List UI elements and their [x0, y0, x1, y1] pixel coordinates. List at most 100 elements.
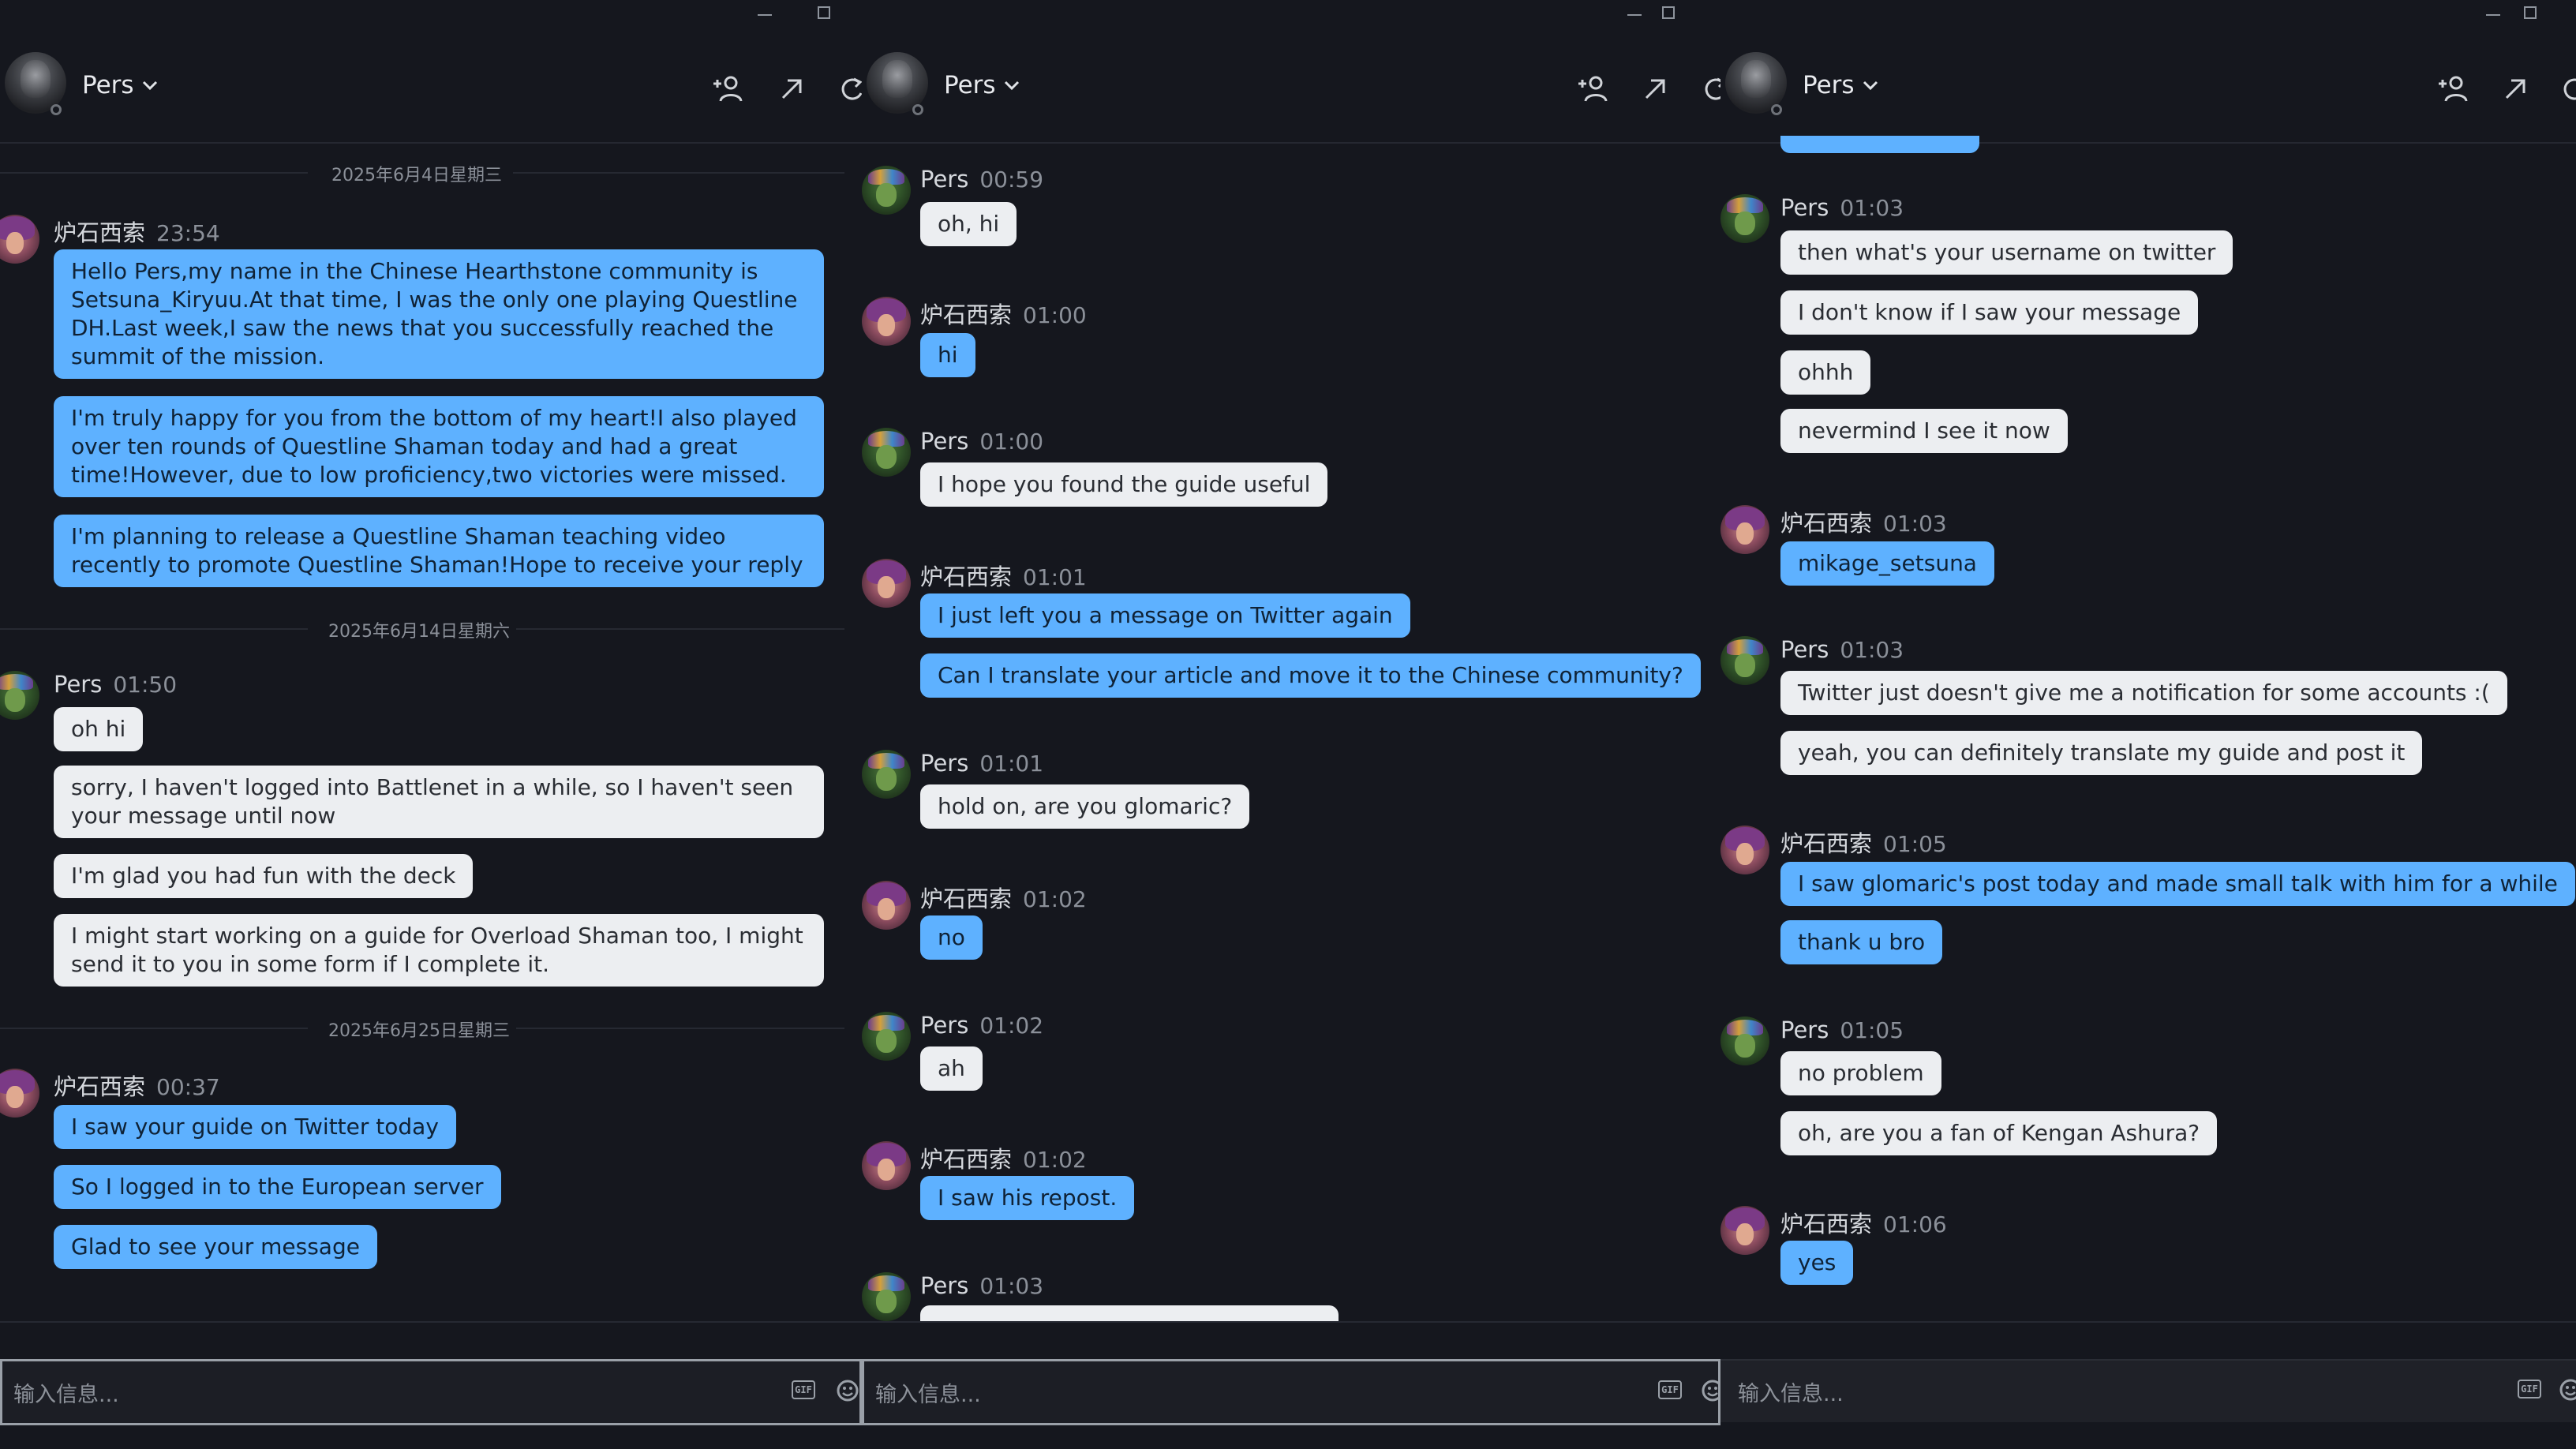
message-bubble[interactable]: I might start working on a guide for Ove… [54, 914, 824, 987]
sender-avatar[interactable] [1720, 636, 1769, 685]
minimize-button[interactable] [1627, 14, 1642, 16]
message-bubble[interactable]: I don't know if I saw your message [1780, 290, 2199, 335]
minimize-button[interactable] [2486, 14, 2500, 16]
message-bubble[interactable]: Glad to see your message [54, 1225, 377, 1269]
sender-name[interactable]: Pers [920, 1272, 968, 1299]
sender-avatar[interactable] [862, 297, 911, 346]
message-bubble[interactable]: I saw his repost. [920, 1176, 1135, 1220]
sender-name[interactable]: 炉石西索 [920, 1146, 1012, 1173]
pop-out-icon[interactable] [775, 73, 810, 104]
message-input[interactable]: 输入信息... [1738, 1376, 1844, 1407]
message-bubble[interactable]: mikage_setsuna [1780, 541, 1994, 586]
message-bubble-partial[interactable] [1780, 136, 1979, 153]
sender-avatar[interactable] [1720, 1206, 1769, 1255]
message-bubble[interactable]: ah [920, 1046, 983, 1091]
sender-name[interactable]: 炉石西索 [54, 1073, 145, 1100]
message-bubble[interactable]: hold on, are you glomaric? [920, 784, 1250, 829]
message-bubble[interactable]: nevermind I see it now [1780, 409, 2068, 453]
sender-avatar[interactable] [862, 881, 911, 930]
pop-out-icon[interactable] [1638, 73, 1673, 104]
message-bubble[interactable]: oh, are you a fan of Kengan Ashura? [1780, 1111, 2218, 1155]
message-input[interactable]: 输入信息... [875, 1377, 981, 1408]
refresh-icon[interactable] [835, 73, 862, 104]
message-bubble[interactable]: no problem [1780, 1051, 1941, 1095]
sender-name[interactable]: 炉石西索 [1780, 830, 1872, 857]
maximize-button[interactable] [1662, 6, 1675, 19]
message-bubble[interactable]: thank u bro [1780, 920, 1943, 964]
message-bubble[interactable]: Can I translate your article and move it… [920, 653, 1701, 698]
sender-name[interactable]: Pers [54, 671, 102, 698]
gif-icon[interactable]: GIF [1658, 1380, 1682, 1399]
sender-avatar[interactable] [0, 671, 39, 720]
sender-name[interactable]: Pers [920, 1012, 968, 1039]
sender-avatar[interactable] [0, 1069, 39, 1118]
sender-name[interactable]: Pers [920, 750, 968, 777]
chevron-down-icon[interactable] [1002, 76, 1021, 95]
sender-name[interactable]: Pers [1780, 1017, 1829, 1043]
sender-avatar[interactable] [862, 1272, 911, 1321]
sender-name[interactable]: 炉石西索 [1780, 1211, 1872, 1237]
emoji-icon[interactable] [2559, 1378, 2576, 1402]
emoji-icon[interactable] [836, 1379, 859, 1402]
sender-name[interactable]: Pers [1780, 636, 1829, 663]
sender-avatar[interactable] [862, 166, 911, 215]
sender-avatar[interactable] [862, 750, 911, 799]
sender-avatar[interactable] [1720, 1017, 1769, 1065]
message-bubble[interactable]: So I logged in to the European server [54, 1165, 501, 1209]
message-bubble[interactable]: I'm glad you had fun with the deck [54, 854, 474, 898]
maximize-button[interactable] [818, 6, 830, 19]
sender-name[interactable]: 炉石西索 [920, 564, 1012, 590]
message-bubble[interactable]: sorry, I haven't logged into Battlenet i… [54, 766, 824, 838]
message-bubble[interactable]: yes [1780, 1241, 1854, 1285]
add-friend-icon[interactable] [710, 73, 745, 104]
sender-name[interactable]: Pers [920, 166, 968, 193]
sender-name[interactable]: Pers [1780, 194, 1829, 221]
message-bubble[interactable]: yeah, you can definitely translate my gu… [1780, 731, 2423, 775]
minimize-button[interactable] [758, 14, 772, 16]
sender-avatar[interactable] [862, 559, 911, 608]
contact-name[interactable]: Pers [82, 71, 134, 99]
pop-out-icon[interactable] [2499, 73, 2533, 104]
message-bubble[interactable]: hi [920, 333, 975, 377]
add-friend-icon[interactable] [2436, 73, 2470, 104]
message-bubble-partial[interactable] [920, 1305, 1339, 1323]
contact-name[interactable]: Pers [944, 71, 996, 99]
sender-avatar[interactable] [862, 428, 911, 477]
sender-avatar[interactable] [1720, 826, 1769, 874]
sender-name[interactable]: 炉石西索 [1780, 510, 1872, 537]
sender-avatar[interactable] [0, 215, 39, 264]
message-bubble[interactable]: no [920, 915, 983, 960]
sender-name[interactable]: 炉石西索 [54, 219, 145, 246]
maximize-button[interactable] [2524, 6, 2537, 19]
message-bubble[interactable]: oh, hi [920, 202, 1017, 246]
chevron-down-icon[interactable] [140, 76, 159, 95]
message-bubble[interactable]: I'm planning to release a Questline Sham… [54, 515, 824, 587]
message-bubble[interactable]: I saw glomaric's post today and made sma… [1780, 862, 2575, 906]
sender-avatar[interactable] [1720, 505, 1769, 554]
sender-name[interactable]: 炉石西索 [920, 886, 1012, 912]
sender-avatar[interactable] [862, 1012, 911, 1061]
sender-name[interactable]: Pers [920, 428, 968, 455]
message-bubble[interactable]: oh hi [54, 707, 144, 751]
message-bubble[interactable]: I hope you found the guide useful [920, 462, 1328, 507]
message-bubble[interactable]: Hello Pers,my name in the Chinese Hearth… [54, 249, 824, 379]
contact-name[interactable]: Pers [1803, 71, 1855, 99]
emoji-icon[interactable] [1701, 1379, 1720, 1402]
gif-icon[interactable]: GIF [792, 1380, 815, 1399]
chevron-down-icon[interactable] [1861, 76, 1880, 95]
message-input[interactable]: 输入信息... [13, 1377, 119, 1408]
sender-avatar[interactable] [1720, 194, 1769, 243]
add-friend-icon[interactable] [1575, 73, 1610, 104]
sender-name[interactable]: 炉石西索 [920, 301, 1012, 328]
message-bubble[interactable]: I'm truly happy for you from the bottom … [54, 396, 824, 497]
sender-avatar[interactable] [862, 1141, 911, 1190]
refresh-icon[interactable] [2557, 73, 2576, 104]
message-bubble[interactable]: Twitter just doesn't give me a notificat… [1780, 671, 2507, 715]
message-header: 炉石西索 01:01 [920, 559, 1087, 592]
refresh-icon[interactable] [1698, 73, 1720, 104]
message-bubble[interactable]: ohhh [1780, 350, 1871, 395]
message-bubble[interactable]: I saw your guide on Twitter today [54, 1105, 456, 1149]
message-bubble[interactable]: then what's your username on twitter [1780, 230, 2233, 275]
gif-icon[interactable]: GIF [2518, 1380, 2541, 1398]
message-bubble[interactable]: I just left you a message on Twitter aga… [920, 593, 1410, 638]
